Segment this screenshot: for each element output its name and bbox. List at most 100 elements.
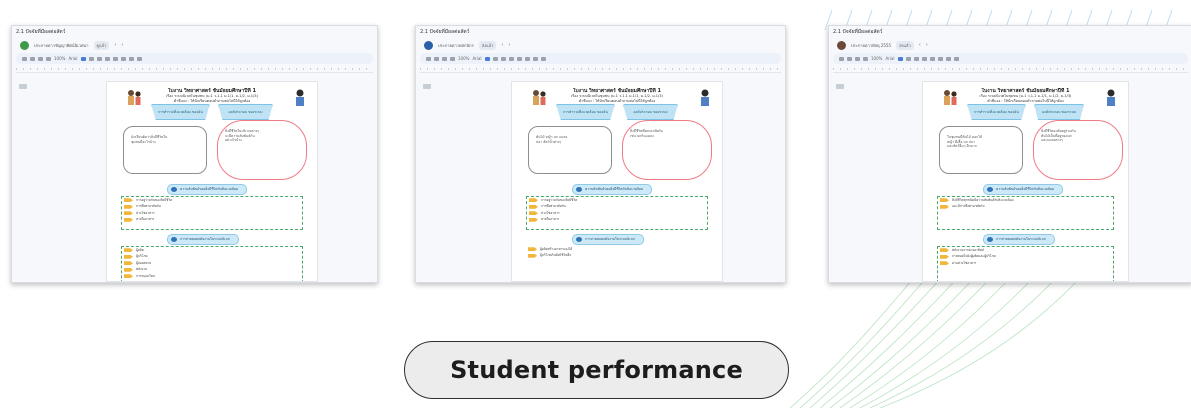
arrow-icon bbox=[529, 204, 538, 209]
bubble-line: อย่างไรบ้าง bbox=[225, 138, 242, 142]
outline-icon[interactable] bbox=[19, 84, 27, 89]
list-item-text: ผู้ผลิต bbox=[136, 247, 144, 252]
print-icon[interactable] bbox=[442, 56, 447, 61]
avatar[interactable] bbox=[837, 40, 846, 50]
arrow-icon bbox=[529, 198, 538, 203]
chevron-left-icon[interactable]: ‹ bbox=[501, 42, 503, 48]
cartoon-students-illustration bbox=[944, 90, 957, 105]
underline-icon[interactable] bbox=[96, 56, 102, 61]
align-icon[interactable] bbox=[945, 56, 951, 61]
arrow-icon bbox=[940, 261, 949, 266]
bold-icon[interactable] bbox=[484, 56, 490, 61]
bold-icon[interactable] bbox=[897, 56, 903, 61]
zoom-select[interactable]: 100% bbox=[871, 56, 882, 61]
spellcheck-icon[interactable] bbox=[863, 56, 868, 61]
chevron-right-icon[interactable]: › bbox=[508, 42, 510, 48]
list-icon[interactable] bbox=[953, 56, 959, 61]
arrow-icon bbox=[124, 198, 133, 203]
doc-title: 2.1 ปัจจัยที่มีผลต่อสัตว์ bbox=[833, 29, 883, 35]
list-item-text: การหมุนเวียน bbox=[136, 273, 155, 278]
undo-icon[interactable] bbox=[22, 56, 27, 61]
chevron-right-icon[interactable]: › bbox=[926, 42, 928, 48]
cartoon-students-illustration bbox=[533, 90, 546, 105]
student-work-screenshot-3: 2.1 ปัจจัยที่มีผลต่อสัตว์ ประกายดาวพัสดุ… bbox=[828, 25, 1191, 283]
list-item-text: การอยู่ร่วมกันของสิ่งมีชีวิต bbox=[136, 197, 173, 202]
answer-list-box[interactable]: ผู้ผลิตสร้างอาหารเองได้ ผู้บริโภคกินสิ่ง… bbox=[526, 246, 708, 281]
bold-icon[interactable] bbox=[80, 56, 86, 61]
account-name: ประกายดาวพสกนิกร bbox=[438, 42, 474, 48]
chevron-left-icon[interactable]: ‹ bbox=[114, 42, 116, 48]
document-page: ใบงาน วิทยาศาสตร์ ชั้นมัธยมศึกษาปีที่ 1 … bbox=[922, 81, 1129, 282]
list-icon[interactable] bbox=[136, 56, 142, 61]
answer-list-box[interactable]: ผู้ผลิต ผู้บริโภค ผู้ย่อยสลาย พลังงาน กา… bbox=[121, 246, 303, 281]
list-item-text: และมีการพึ่งพาอาศัยกัน bbox=[952, 204, 985, 209]
text-color-icon[interactable] bbox=[508, 56, 514, 61]
align-icon[interactable] bbox=[532, 56, 538, 61]
font-select[interactable]: Arial bbox=[68, 56, 77, 61]
undo-icon[interactable] bbox=[426, 56, 431, 61]
answer-list-box[interactable]: สิ่งมีชีวิตทุกชนิดมีความสัมพันธ์กับสิ่งแ… bbox=[937, 196, 1114, 230]
outline-icon[interactable] bbox=[423, 84, 431, 89]
arrow-icon bbox=[940, 254, 949, 259]
text-color-icon[interactable] bbox=[921, 56, 927, 61]
answer-bubble-grey[interactable]: ต้นไม้ หญ้า นก แมลง ปลา สัตว์น้ำต่างๆ bbox=[528, 126, 612, 174]
document-page: ใบงาน วิทยาศาสตร์ ชั้นมัธยมศึกษาปีที่ 1 … bbox=[106, 81, 318, 282]
list-item-text: ผู้ย่อยสลาย bbox=[136, 260, 152, 265]
arrow-icon bbox=[124, 261, 133, 266]
link-icon[interactable] bbox=[516, 56, 522, 61]
answer-bubble-pink[interactable]: สิ่งมีชีวิตในบริเวณต่างๆ จะมีความสัมพันธ… bbox=[217, 120, 307, 180]
account-bar: ประกายดาวพสกนิกร ส่งแล้ว ‹ › bbox=[416, 38, 785, 52]
answer-bubble-grey[interactable]: ในชุมชนมีต้นไม้ ดอกไม้ หญ้า ผีเสื้อ นก ป… bbox=[939, 126, 1023, 174]
editor-toolbar: 100% Arial bbox=[16, 53, 373, 64]
underline-icon[interactable] bbox=[913, 56, 919, 61]
undo-icon[interactable] bbox=[839, 56, 844, 61]
list-item: และมีการพึ่งพาอาศัยกัน bbox=[938, 204, 1113, 211]
font-select[interactable]: Arial bbox=[472, 56, 481, 61]
status-badge[interactable]: ส่งแล้ว bbox=[896, 40, 914, 50]
image-icon[interactable] bbox=[937, 56, 943, 61]
ribbon-label: องค์ประกอบ ของระบบ bbox=[228, 110, 263, 114]
link-icon[interactable] bbox=[929, 56, 935, 61]
italic-icon[interactable] bbox=[88, 56, 94, 61]
image-icon[interactable] bbox=[524, 56, 530, 61]
arrow-icon bbox=[940, 198, 949, 203]
spellcheck-icon[interactable] bbox=[450, 56, 455, 61]
font-select[interactable]: Arial bbox=[885, 56, 894, 61]
redo-icon[interactable] bbox=[847, 56, 852, 61]
doc-title: 2.1 ปัจจัยที่มีผลต่อสัตว์ bbox=[420, 29, 470, 35]
answer-bubble-pink[interactable]: สิ่งมีชีวิตพึ่งพาอาศัยกัน เช่น นกกินแมลง bbox=[622, 120, 712, 180]
answer-bubble-pink[interactable]: สิ่งมีชีวิตอาศัยอยู่ร่วมกัน ต้นไม้เป็นที… bbox=[1033, 120, 1123, 180]
avatar[interactable] bbox=[20, 40, 29, 50]
arrow-icon bbox=[124, 254, 133, 259]
answer-list-box[interactable]: การอยู่ร่วมกันของสิ่งมีชีวิต การพึ่งพาอา… bbox=[526, 196, 708, 230]
italic-icon[interactable] bbox=[905, 56, 911, 61]
avatar[interactable] bbox=[424, 40, 433, 50]
redo-icon[interactable] bbox=[30, 56, 35, 61]
ribbon-left: การสำรวจสิ่งแวดล้อม ของฉัน bbox=[967, 104, 1026, 120]
image-icon[interactable] bbox=[120, 56, 126, 61]
spellcheck-icon[interactable] bbox=[46, 56, 51, 61]
status-badge[interactable]: ส่งแล้ว bbox=[478, 40, 497, 50]
ribbon-right: องค์ประกอบ ของระบบ bbox=[1033, 104, 1084, 120]
zoom-select[interactable]: 100% bbox=[458, 56, 469, 61]
chevron-right-icon[interactable]: › bbox=[121, 42, 123, 48]
print-icon[interactable] bbox=[855, 56, 860, 61]
answer-list-box[interactable]: การอยู่ร่วมกันของสิ่งมีชีวิต การพึ่งพาอา… bbox=[121, 196, 303, 230]
account-bar: ประกายดาวพัสดุ 2555 ส่งแล้ว ‹ › bbox=[829, 38, 1191, 52]
answer-bubble-grey[interactable]: นักเรียนคิดว่าสิ่งมีชีวิตใน ชุมชนมีอะไรบ… bbox=[123, 126, 207, 174]
align-icon[interactable] bbox=[128, 56, 134, 61]
redo-icon[interactable] bbox=[434, 56, 439, 61]
print-icon[interactable] bbox=[38, 56, 43, 61]
outline-icon[interactable] bbox=[836, 84, 844, 89]
link-icon[interactable] bbox=[112, 56, 118, 61]
zoom-select[interactable]: 100% bbox=[54, 56, 65, 61]
chevron-left-icon[interactable]: ‹ bbox=[919, 42, 921, 48]
status-badge[interactable]: ดูแล้ว bbox=[93, 40, 110, 50]
list-icon[interactable] bbox=[540, 56, 546, 61]
text-color-icon[interactable] bbox=[104, 56, 110, 61]
underline-icon[interactable] bbox=[500, 56, 506, 61]
italic-icon[interactable] bbox=[492, 56, 498, 61]
topic-ribbons: การสำรวจสิ่งแวดล้อม ของฉัน องค์ประกอบ ขอ… bbox=[967, 104, 1084, 120]
list-item: สายใยอาหาร bbox=[527, 217, 707, 224]
answer-list-box[interactable]: พลังงานจากดวงอาทิตย์ ถ่ายทอดไปยังผู้ผลิต… bbox=[937, 246, 1114, 281]
